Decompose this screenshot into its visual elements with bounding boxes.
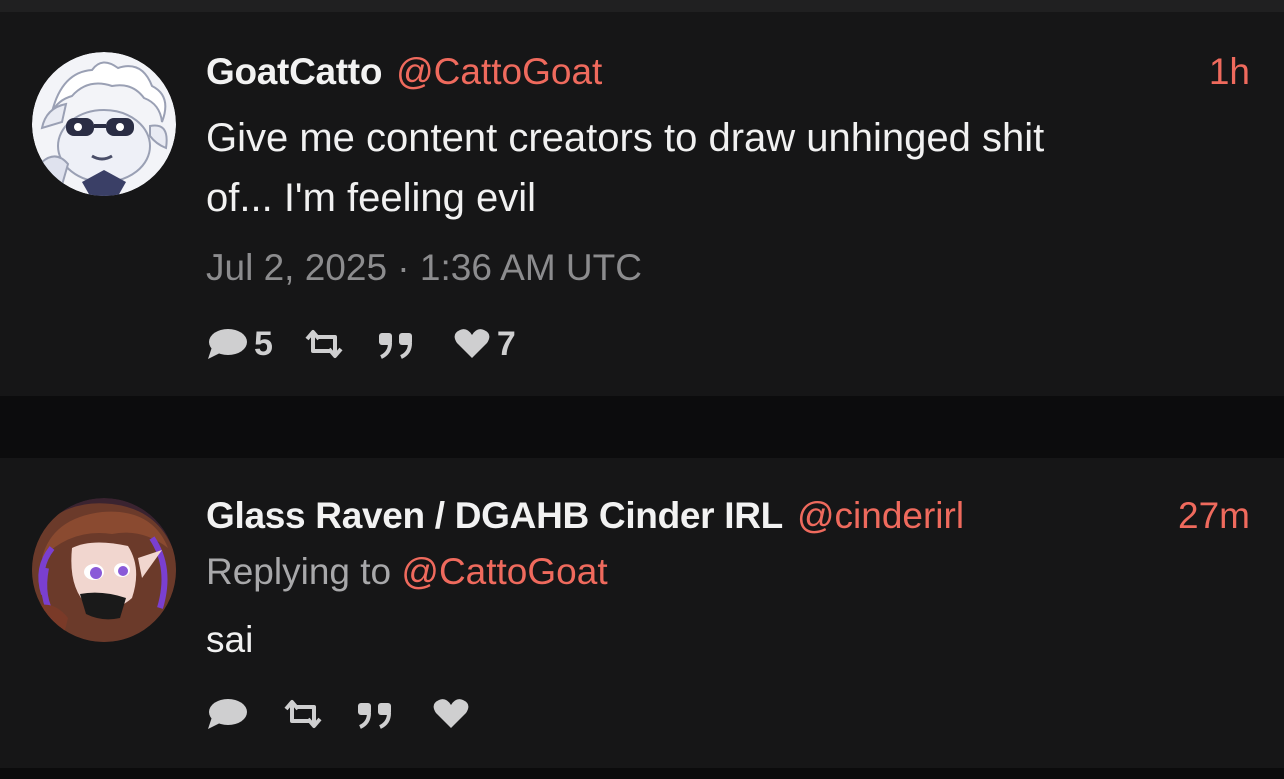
tweet-date[interactable]: Jul 2, 2025 · 1:36 AM UTC	[206, 246, 642, 290]
replying-to-handle[interactable]: @CattoGoat	[401, 551, 607, 592]
comment-icon	[206, 327, 248, 361]
username-handle[interactable]: @CattoGoat	[396, 51, 602, 92]
retweet-icon	[303, 329, 345, 359]
quote-icon	[377, 329, 417, 359]
reply-count: 5	[254, 324, 273, 363]
tweet-text: Give me content creators to draw unhinge…	[206, 108, 1246, 228]
display-name[interactable]: Glass Raven / DGAHB Cinder IRL	[206, 495, 783, 536]
avatar[interactable]	[32, 52, 176, 196]
tweet-text-line: Give me content creators to draw unhinge…	[206, 116, 1045, 160]
reply-button[interactable]: 5	[206, 325, 273, 364]
tweet-time[interactable]: 1h	[1209, 50, 1250, 94]
tweet-time[interactable]: 27m	[1178, 494, 1250, 538]
tweet-card[interactable]: GoatCatto @CattoGoat 1h Give me content c…	[0, 12, 1284, 396]
replying-to-label: Replying to	[206, 551, 402, 592]
quote-button[interactable]	[356, 699, 396, 729]
retweet-button[interactable]	[303, 329, 345, 359]
reply-button[interactable]	[206, 697, 248, 731]
replying-to: Replying to @CattoGoat	[206, 550, 608, 594]
tweet-text-line: of... I'm feeling evil	[206, 176, 536, 220]
tweet-header: Glass Raven / DGAHB Cinder IRL @cinderirl…	[206, 494, 1250, 538]
avatar-image	[32, 498, 176, 642]
avatar[interactable]	[32, 498, 176, 642]
avatar-image	[32, 52, 176, 196]
retweet-button[interactable]	[282, 699, 324, 729]
like-count: 7	[496, 324, 516, 363]
like-button[interactable]: 7	[453, 325, 516, 364]
tweet-text: sai	[206, 619, 254, 660]
top-bar	[0, 0, 1284, 12]
tweet-header: GoatCatto @CattoGoat 1h	[206, 50, 1250, 94]
quote-button[interactable]	[377, 329, 417, 359]
tweet-actions: 5 7	[206, 324, 516, 364]
tweet-card[interactable]: Glass Raven / DGAHB Cinder IRL @cinderirl…	[0, 458, 1284, 768]
tweet-actions	[206, 694, 470, 734]
display-name[interactable]: GoatCatto	[206, 51, 382, 92]
quote-icon	[356, 699, 396, 729]
retweet-icon	[282, 699, 324, 729]
heart-icon	[432, 698, 470, 730]
username-handle[interactable]: @cinderirl	[797, 495, 964, 536]
comment-icon	[206, 697, 248, 731]
heart-icon	[453, 328, 491, 360]
like-button[interactable]	[432, 698, 470, 730]
separator	[0, 396, 1284, 458]
